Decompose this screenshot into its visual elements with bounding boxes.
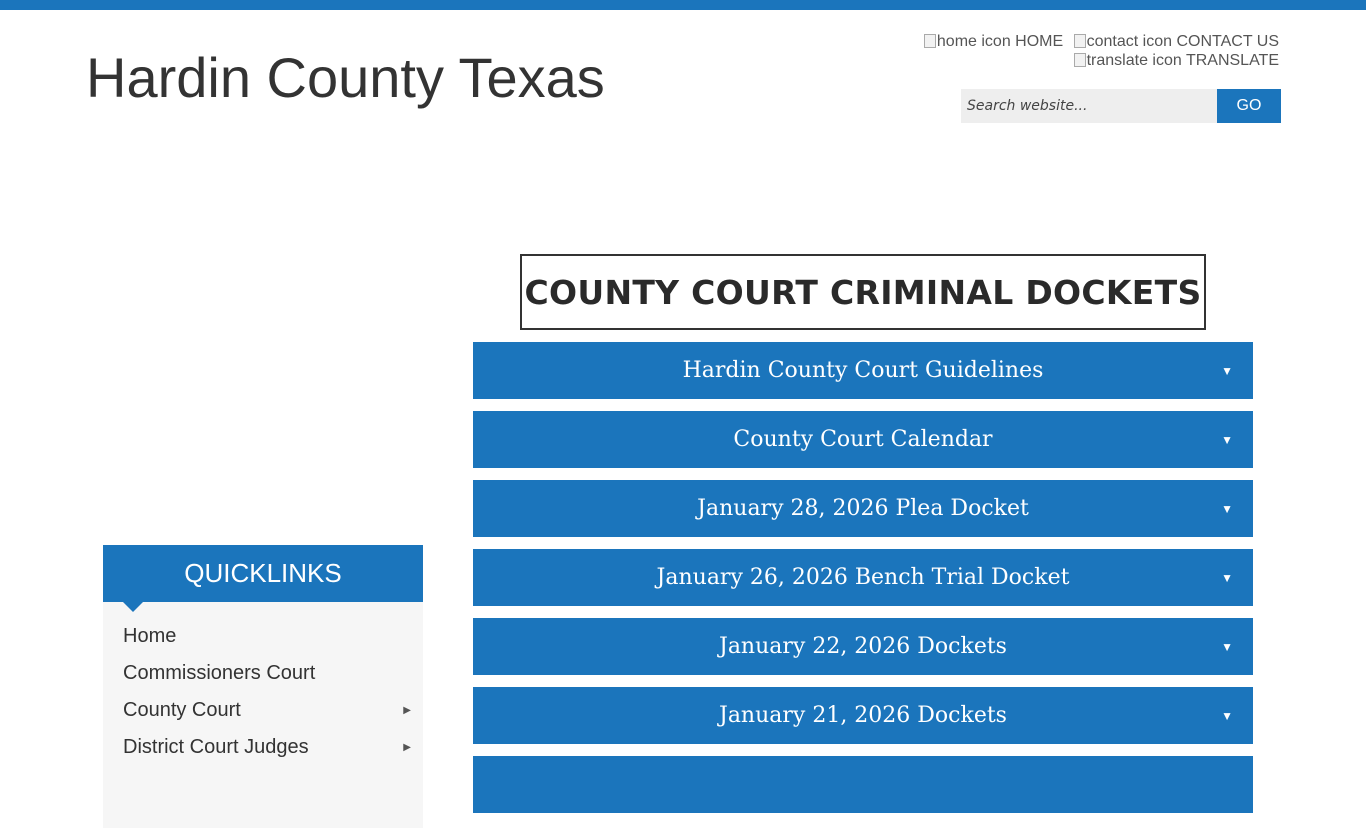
home-icon xyxy=(923,34,936,48)
utility-nav-row-2: translate icon TRANSLATE xyxy=(859,51,1279,70)
home-link[interactable]: home icon HOME xyxy=(923,32,1064,51)
quicklink-county-court[interactable]: County Court ▶ xyxy=(103,692,423,729)
home-icon-alt: home icon xyxy=(936,33,1011,50)
accordion-item-court-guidelines[interactable]: Hardin County Court Guidelines ▼ xyxy=(473,342,1253,399)
contact-link[interactable]: contact icon CONTACT US xyxy=(1073,32,1279,51)
accordion-item-partial[interactable] xyxy=(473,756,1253,813)
site-title[interactable]: Hardin County Texas xyxy=(86,44,605,112)
quicklink-label: Home xyxy=(123,625,177,647)
search-form: GO xyxy=(961,89,1281,123)
top-accent-bar xyxy=(0,0,1366,10)
accordion-item-label: Hardin County Court Guidelines xyxy=(682,358,1044,383)
accordion-item-label: January 21, 2026 Dockets xyxy=(719,703,1007,728)
caret-right-icon[interactable]: ▶ xyxy=(403,692,411,729)
triangle-down-icon: ▼ xyxy=(1221,432,1233,447)
quicklink-home[interactable]: Home xyxy=(103,618,423,655)
search-go-button[interactable]: GO xyxy=(1217,89,1281,123)
quicklink-district-court-judges[interactable]: District Court Judges ▶ xyxy=(103,729,423,766)
accordion-item-label: January 22, 2026 Dockets xyxy=(719,634,1007,659)
accordion-item-jan-26-bench-trial-docket[interactable]: January 26, 2026 Bench Trial Docket ▼ xyxy=(473,549,1253,606)
triangle-down-icon: ▼ xyxy=(1221,708,1233,723)
accordion-item-label: County Court Calendar xyxy=(733,427,993,452)
triangle-down-icon: ▼ xyxy=(1221,501,1233,516)
accordion-item-jan-21-dockets[interactable]: January 21, 2026 Dockets ▼ xyxy=(473,687,1253,744)
translate-icon-alt: translate icon xyxy=(1086,52,1182,69)
contact-link-label: CONTACT US xyxy=(1176,33,1279,50)
translate-icon xyxy=(1073,53,1086,67)
accordion-item-jan-22-dockets[interactable]: January 22, 2026 Dockets ▼ xyxy=(473,618,1253,675)
docket-accordion: Hardin County Court Guidelines ▼ County … xyxy=(473,342,1253,825)
triangle-down-icon: ▼ xyxy=(1221,639,1233,654)
triangle-down-icon: ▼ xyxy=(1221,570,1233,585)
quicklink-label: District Court Judges xyxy=(123,736,309,758)
page-heading: COUNTY COURT CRIMINAL DOCKETS xyxy=(524,272,1202,312)
translate-link-label: TRANSLATE xyxy=(1185,52,1279,69)
search-input[interactable] xyxy=(961,89,1217,123)
quicklinks-header: QUICKLINKS xyxy=(103,545,423,612)
quicklink-label: Commissioners Court xyxy=(123,662,316,684)
page-heading-box: COUNTY COURT CRIMINAL DOCKETS xyxy=(520,254,1206,330)
utility-nav-row-1: home icon HOME contact icon CONTACT US xyxy=(859,32,1279,51)
quicklink-label: County Court xyxy=(123,699,241,721)
triangle-down-icon: ▼ xyxy=(1221,363,1233,378)
accordion-item-court-calendar[interactable]: County Court Calendar ▼ xyxy=(473,411,1253,468)
pointer-icon xyxy=(123,602,143,612)
home-link-label: HOME xyxy=(1015,33,1064,50)
contact-icon xyxy=(1073,34,1086,48)
caret-right-icon[interactable]: ▶ xyxy=(403,729,411,766)
quicklinks-list: Home Commissioners Court County Court ▶ … xyxy=(103,602,423,828)
quicklinks-panel: QUICKLINKS Home Commissioners Court Coun… xyxy=(103,545,423,828)
accordion-item-label: January 26, 2026 Bench Trial Docket xyxy=(656,565,1070,590)
accordion-item-jan-28-plea-docket[interactable]: January 28, 2026 Plea Docket ▼ xyxy=(473,480,1253,537)
contact-icon-alt: contact icon xyxy=(1086,33,1173,50)
quicklinks-title: QUICKLINKS xyxy=(184,558,342,588)
quicklink-commissioners-court[interactable]: Commissioners Court xyxy=(103,655,423,692)
accordion-item-label: January 28, 2026 Plea Docket xyxy=(697,496,1029,521)
utility-nav: home icon HOME contact icon CONTACT US t… xyxy=(859,32,1279,70)
translate-link[interactable]: translate icon TRANSLATE xyxy=(1073,51,1279,70)
